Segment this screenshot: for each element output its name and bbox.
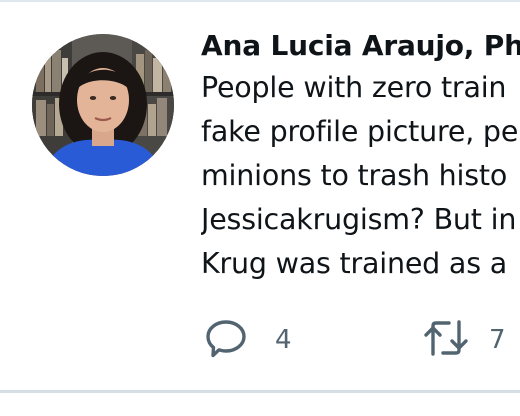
avatar[interactable] (32, 34, 174, 176)
retweet-arrows-icon (423, 318, 469, 362)
retweet-button[interactable]: 7 (423, 318, 506, 362)
author-name[interactable]: Ana Lucia Araujo, Ph (201, 26, 520, 66)
tweet-text-line: People with zero train (201, 71, 507, 104)
reply-count: 4 (275, 325, 292, 355)
tweet-text-line: Krug was trained as a (201, 247, 507, 280)
tweet-text-line: minions to trash histo (201, 159, 508, 192)
reply-button[interactable]: 4 (205, 318, 292, 362)
bottom-divider (0, 390, 520, 393)
tweet-text-line: Jessicakrugism? But in (201, 203, 517, 236)
avatar-photo (32, 34, 174, 176)
tweet-actions: 4 7 (205, 318, 520, 362)
retweet-count: 7 (489, 325, 506, 355)
tweet-card[interactable]: Ana Lucia Araujo, Ph People with zero tr… (0, 0, 520, 416)
top-divider (0, 0, 520, 2)
tweet-text-line: fake profile picture, pe (201, 115, 519, 148)
reply-bubble-icon (205, 318, 249, 362)
tweet-body: Ana Lucia Araujo, Ph People with zero tr… (201, 26, 520, 286)
